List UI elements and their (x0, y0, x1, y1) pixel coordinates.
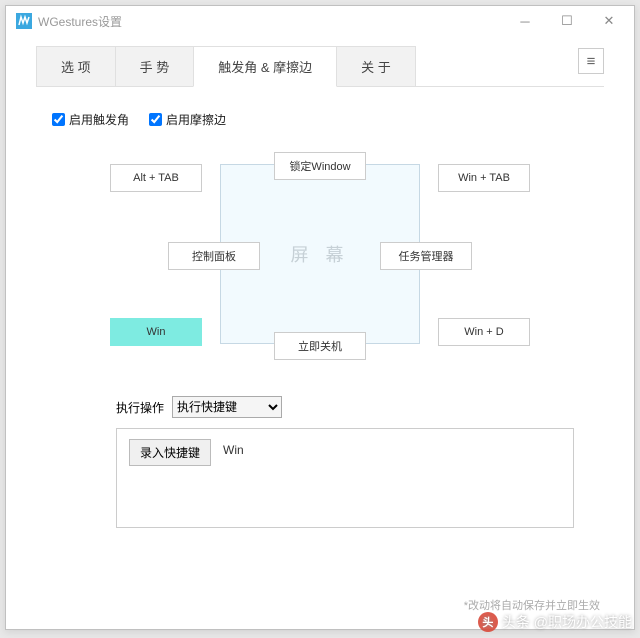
tab-bar: 选 项 手 势 触发角 & 摩擦边 关 于 ≡ (36, 46, 604, 87)
menu-button[interactable]: ≡ (578, 48, 604, 74)
corner-bottom-right[interactable]: Win + D (438, 318, 530, 346)
action-label: 执行操作 (116, 399, 164, 416)
app-window: WGestures设置 ─ ☐ ✕ 选 项 手 势 触发角 & 摩擦边 关 于 … (5, 5, 635, 630)
titlebar: WGestures设置 ─ ☐ ✕ (6, 6, 634, 36)
close-button[interactable]: ✕ (588, 7, 630, 35)
tab-corners[interactable]: 触发角 & 摩擦边 (193, 46, 337, 87)
record-shortcut-button[interactable]: 录入快捷键 (129, 439, 211, 466)
checkbox-corners[interactable]: 启用触发角 (52, 111, 129, 128)
checkbox-corners-label: 启用触发角 (69, 111, 129, 128)
shortcut-panel: 录入快捷键 Win (116, 428, 574, 528)
corner-bottom-left[interactable]: Win (110, 318, 202, 346)
edge-right[interactable]: 任务管理器 (380, 242, 472, 270)
maximize-button[interactable]: ☐ (546, 7, 588, 35)
checkbox-edges-label: 启用摩擦边 (166, 111, 226, 128)
screen-diagram: 屏 幕 Alt + TAB 锁定Window Win + TAB 控制面板 任务… (60, 152, 580, 362)
enable-row: 启用触发角 启用摩擦边 (36, 105, 604, 152)
checkbox-edges[interactable]: 启用摩擦边 (149, 111, 226, 128)
corner-top-left[interactable]: Alt + TAB (110, 164, 202, 192)
action-row: 执行操作 执行快捷键 (36, 396, 604, 418)
checkbox-edges-input[interactable] (149, 113, 162, 126)
edge-left[interactable]: 控制面板 (168, 242, 260, 270)
shortcut-value: Win (223, 439, 244, 457)
minimize-button[interactable]: ─ (504, 7, 546, 35)
watermark-text: 头条 @职场办公技能 (502, 612, 632, 632)
window-title: WGestures设置 (38, 13, 122, 30)
action-select[interactable]: 执行快捷键 (172, 396, 282, 418)
watermark-icon: 头 (478, 612, 498, 632)
edge-top[interactable]: 锁定Window (274, 152, 366, 180)
edge-bottom[interactable]: 立即关机 (274, 332, 366, 360)
watermark: 头 头条 @职场办公技能 (478, 612, 632, 632)
tab-gestures[interactable]: 手 势 (115, 46, 195, 87)
app-icon (16, 13, 32, 29)
tab-options[interactable]: 选 项 (36, 46, 116, 87)
tab-about[interactable]: 关 于 (336, 46, 416, 87)
corner-top-right[interactable]: Win + TAB (438, 164, 530, 192)
checkbox-corners-input[interactable] (52, 113, 65, 126)
content-area: 选 项 手 势 触发角 & 摩擦边 关 于 ≡ 启用触发角 启用摩擦边 屏 幕 … (6, 36, 634, 629)
